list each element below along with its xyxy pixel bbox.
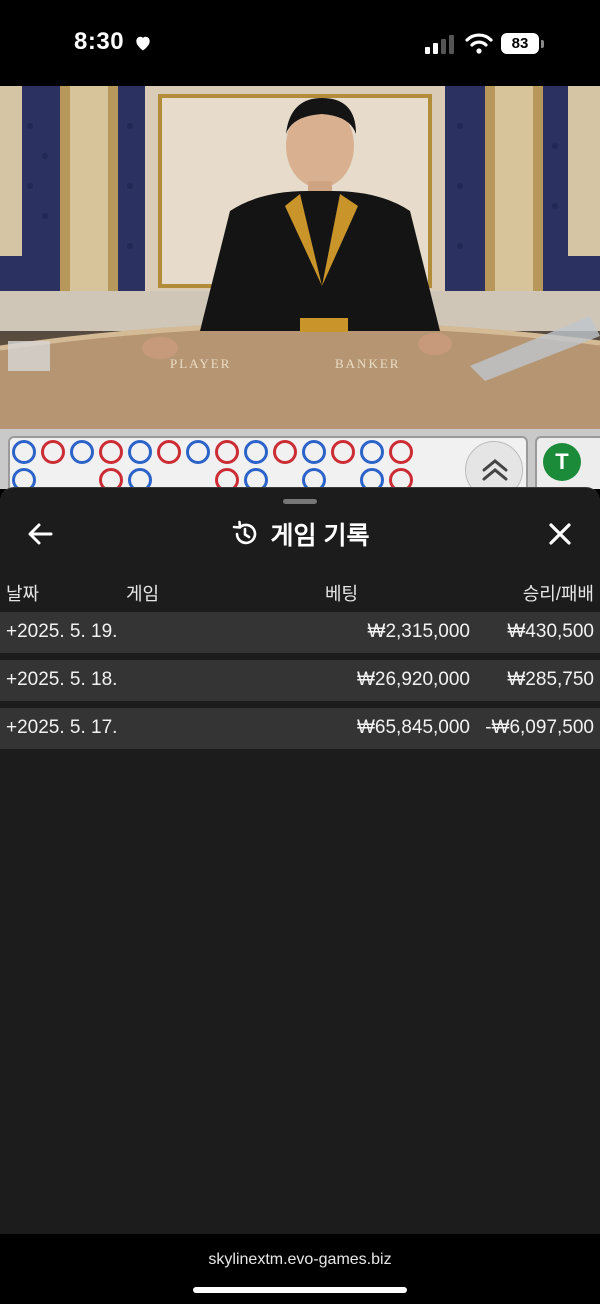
status-bar: 8:30 83 — [0, 0, 600, 86]
panel-header: 게임 기록 — [0, 516, 600, 552]
table-label-banker: BANKER — [335, 356, 400, 371]
column-header-result[interactable]: 승리/패배 — [523, 580, 594, 606]
row-date: +2025. 5. 18. — [6, 669, 118, 690]
row-bet: ₩2,315,000 — [367, 621, 470, 642]
row-result: ₩430,500 — [507, 621, 594, 642]
signal-icon — [425, 35, 454, 54]
column-header-bet[interactable]: 베팅 — [325, 580, 358, 606]
wifi-icon — [465, 33, 493, 54]
road-marker — [331, 440, 355, 464]
road-marker — [70, 440, 94, 464]
history-row[interactable]: +2025. 5. 18. ₩26,920,000 ₩285,750 — [0, 660, 600, 701]
drag-handle[interactable] — [283, 499, 317, 504]
row-bet: ₩65,845,000 — [356, 717, 470, 738]
road-marker — [389, 468, 413, 489]
road-marker — [302, 440, 326, 464]
road-marker — [128, 468, 152, 489]
table-label-player: PLAYER — [170, 356, 231, 371]
road-marker — [99, 440, 123, 464]
history-row[interactable]: +2025. 5. 19. ₩2,315,000 ₩430,500 — [0, 612, 600, 653]
road-marker — [128, 440, 152, 464]
expand-road-button[interactable] — [465, 441, 523, 489]
row-bet: ₩26,920,000 — [356, 669, 470, 690]
road-marker — [244, 468, 268, 489]
bead-road — [8, 436, 528, 489]
road-marker — [360, 468, 384, 489]
battery-tip — [541, 40, 544, 48]
history-icon — [232, 520, 256, 545]
battery-icon: 83 — [501, 33, 545, 55]
road-marker — [12, 468, 36, 489]
scoreboard-strip: T — [0, 429, 600, 489]
url-text[interactable]: skylinextm.evo-games.biz — [0, 1251, 600, 1269]
road-marker — [157, 440, 181, 464]
row-date: +2025. 5. 19. — [6, 621, 118, 642]
battery-level: 83 — [501, 33, 539, 54]
close-button[interactable] — [540, 514, 580, 554]
road-marker — [244, 440, 268, 464]
road-marker — [273, 440, 297, 464]
row-date: +2025. 5. 17. — [6, 717, 118, 738]
game-history-panel: 게임 기록 날짜 게임 베팅 승리/패배 +2025. 5. 19. ₩2,31… — [0, 487, 600, 1234]
tie-badge: T — [543, 443, 581, 481]
browser-bottom-bar: skylinextm.evo-games.biz — [0, 1234, 600, 1304]
road-marker — [389, 440, 413, 464]
column-header-game[interactable]: 게임 — [126, 580, 159, 606]
live-dealer-video: PLAYER BANKER — [0, 86, 600, 429]
panel-title: 게임 기록 — [270, 522, 370, 550]
side-road: T — [535, 436, 600, 489]
home-indicator[interactable] — [193, 1287, 407, 1293]
chevron-up-icon — [482, 459, 508, 481]
history-row[interactable]: +2025. 5. 17. ₩65,845,000 -₩6,097,500 — [0, 708, 600, 749]
heart-icon — [136, 36, 150, 51]
row-result: -₩6,097,500 — [485, 717, 594, 738]
status-time: 8:30 — [74, 28, 125, 55]
row-result: ₩285,750 — [507, 669, 594, 690]
road-marker — [41, 440, 65, 464]
road-marker — [186, 440, 210, 464]
road-marker — [302, 468, 326, 489]
close-icon — [549, 523, 571, 545]
road-marker — [12, 440, 36, 464]
dealer-scene: PLAYER BANKER — [0, 86, 600, 429]
column-header-date[interactable]: 날짜 — [6, 580, 39, 606]
road-marker — [215, 440, 239, 464]
road-marker — [360, 440, 384, 464]
road-marker — [215, 468, 239, 489]
road-marker — [99, 468, 123, 489]
